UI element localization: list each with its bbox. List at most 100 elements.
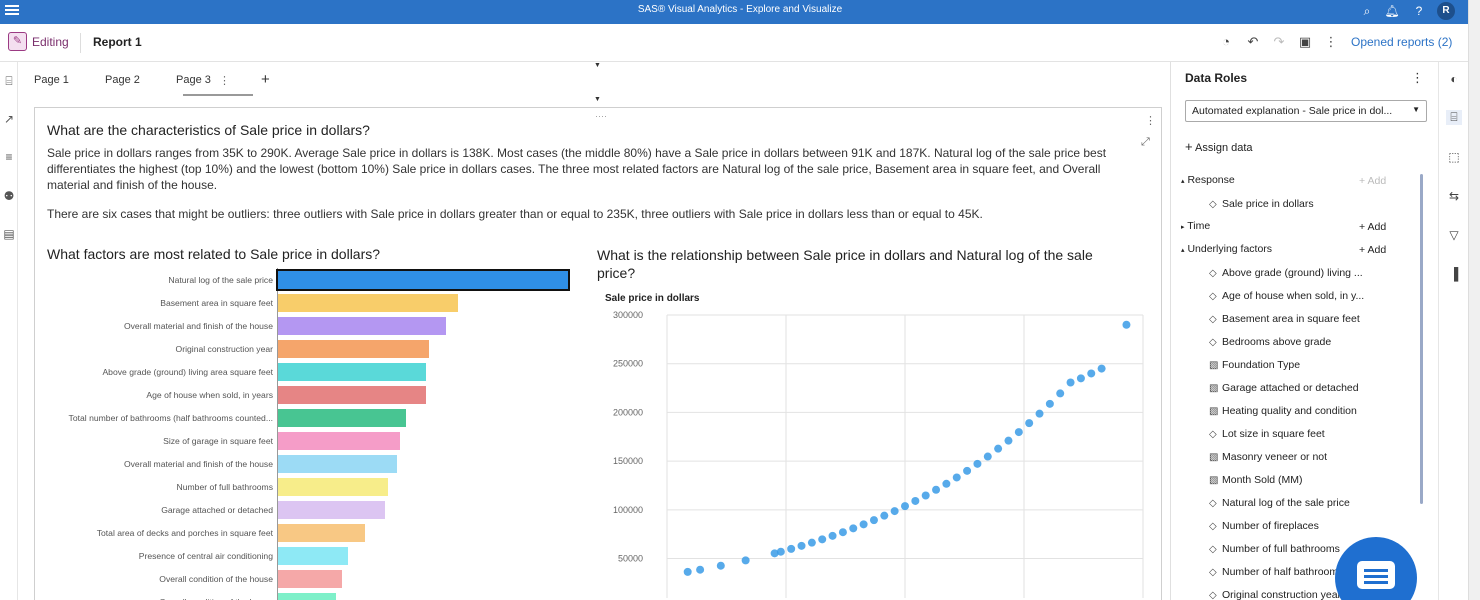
tab-page-3[interactable]: Page 3 [176, 74, 211, 86]
factor-item[interactable]: ▧ Foundation Type [1209, 359, 1300, 371]
scatter-point [1045, 399, 1054, 408]
tab-options-icon[interactable]: ⋮ [219, 74, 230, 87]
search-icon[interactable]: ⌕ [1359, 3, 1375, 19]
bar[interactable] [278, 317, 447, 335]
bar[interactable] [278, 409, 406, 427]
app-title: SAS® Visual Analytics - Explore and Visu… [637, 4, 843, 15]
bar[interactable] [278, 294, 458, 312]
bar-label: Size of garage in square feet [163, 436, 273, 446]
factor-item[interactable]: ▧ Heating quality and condition [1209, 405, 1357, 417]
assign-data-button[interactable]: + Assign data [1185, 139, 1253, 154]
options-palette-icon[interactable]: ◐ [1446, 72, 1462, 86]
measure-tag-icon: ◇ [1209, 268, 1217, 279]
user-avatar[interactable]: R [1437, 2, 1455, 20]
ranks-icon[interactable]: ▐ [1446, 267, 1462, 281]
panel-menu-icon[interactable]: ⋮ [1411, 70, 1424, 86]
collapse-top-arrow-icon[interactable]: ▼ [594, 62, 601, 69]
factor-item[interactable]: ◇ Basement area in square feet [1209, 313, 1360, 325]
factor-item-label: Number of full bathrooms [1222, 543, 1340, 555]
tab-page-1[interactable]: Page 1 [34, 74, 69, 86]
factors-bar-chart: Natural log of the sale price Basement ar… [35, 268, 575, 600]
opened-reports-link[interactable]: Opened reports (2) [1351, 35, 1452, 49]
factor-item[interactable]: ◇ Number of full bathrooms [1209, 543, 1340, 555]
data-source-icon[interactable]: ⌸ [2, 74, 16, 89]
factor-item[interactable]: ▧ Month Sold (MM) [1209, 474, 1303, 486]
y-tick-label: 50000 [618, 554, 643, 564]
factor-item[interactable]: ◇ Above grade (ground) living ... [1209, 267, 1363, 279]
drag-handle-icon[interactable]: ···· [595, 111, 607, 121]
maximize-icon[interactable]: ⤢ [1141, 136, 1150, 149]
factor-item[interactable]: ◇ Age of house when sold, in y... [1209, 290, 1364, 302]
rules-icon[interactable]: ⇆ [1446, 189, 1462, 203]
collapse-arrow-icon[interactable]: ▼ [594, 96, 601, 103]
add-time-button[interactable]: + Add [1359, 221, 1386, 233]
expand-triangle-icon: ▴ [1181, 247, 1185, 254]
y-tick-label: 300000 [613, 310, 643, 320]
factor-item[interactable]: ◇ Original construction year [1209, 589, 1341, 600]
summary-paragraph: Sale price in dollars ranges from 35K to… [47, 146, 1107, 192]
more-options-icon[interactable]: ⋮ [1323, 34, 1339, 50]
objects-globe-icon[interactable]: ◔ [1218, 34, 1234, 49]
help-icon[interactable]: ? [1411, 3, 1427, 19]
bar[interactable] [278, 547, 348, 565]
notifications-bell-icon[interactable]: 🔔︎ [1384, 3, 1400, 19]
objects-chart-icon[interactable]: ↗ [2, 112, 16, 126]
filter-icon[interactable]: ▽ [1446, 228, 1462, 242]
factor-item[interactable]: ▧ Masonry veneer or not [1209, 451, 1327, 463]
measure-tag-icon: ◇ [1209, 429, 1217, 440]
panel-scrollbar[interactable] [1420, 174, 1423, 504]
bar-label: Overall condition of the house [159, 574, 273, 584]
response-section-header[interactable]: ▴ Response [1181, 174, 1235, 186]
tab-page-2[interactable]: Page 2 [105, 74, 140, 86]
suggestions-bulb-icon[interactable]: ⚉ [2, 189, 16, 203]
undo-icon[interactable]: ↶ [1245, 34, 1261, 50]
bar-label: Total area of decks and porches in squar… [96, 528, 273, 538]
data-roles-panel: Data Roles ⋮ Automated explanation - Sal… [1170, 62, 1438, 600]
object-select-value: Automated explanation - Sale price in do… [1192, 105, 1393, 117]
editing-mode-label[interactable]: Editing [32, 35, 69, 49]
object-menu-icon[interactable]: ⋮ [1145, 114, 1156, 127]
y-tick-label: 150000 [613, 456, 643, 466]
factor-item-label: Garage attached or detached [1222, 382, 1359, 394]
bar[interactable] [276, 269, 570, 291]
add-response-button[interactable]: + Add [1359, 175, 1386, 187]
factor-item[interactable]: ◇ Natural log of the sale price [1209, 497, 1350, 509]
measure-tag-icon: ◇ [1209, 337, 1217, 348]
add-page-icon[interactable]: + [261, 71, 270, 88]
window-scrollbar[interactable] [1468, 0, 1480, 600]
bar[interactable] [278, 386, 426, 404]
response-item[interactable]: ◇ Sale price in dollars [1209, 198, 1314, 210]
time-section-header[interactable]: ▸ Time [1181, 220, 1210, 232]
chat-icon [1357, 561, 1395, 589]
pages-icon[interactable]: ▤ [2, 227, 16, 241]
factor-item[interactable]: ◇ Number of fireplaces [1209, 520, 1319, 532]
factor-item[interactable]: ◇ Number of half bathrooms [1209, 566, 1343, 578]
edit-pencil-icon[interactable]: ✎ [8, 32, 27, 51]
redo-icon[interactable]: ↷ [1271, 34, 1287, 50]
bar[interactable] [278, 570, 342, 588]
underlying-factors-header[interactable]: ▴ Underlying factors [1181, 243, 1272, 255]
scatter-point [741, 556, 750, 565]
bar[interactable] [278, 363, 426, 381]
bar[interactable] [278, 455, 397, 473]
bar-label: Number of full bathrooms [176, 482, 273, 492]
bar[interactable] [278, 501, 386, 519]
bar[interactable] [278, 478, 389, 496]
bar[interactable] [278, 432, 400, 450]
factor-item[interactable]: ◇ Bedrooms above grade [1209, 336, 1331, 348]
outline-list-icon[interactable]: ≡ [2, 150, 16, 164]
add-factor-button[interactable]: + Add [1359, 244, 1386, 256]
bar[interactable] [278, 593, 336, 600]
factor-item[interactable]: ◇ Lot size in square feet [1209, 428, 1325, 440]
factor-item[interactable]: ▧ Garage attached or detached [1209, 382, 1359, 394]
scatter-point [1025, 419, 1034, 428]
object-select-dropdown[interactable]: Automated explanation - Sale price in do… [1185, 100, 1427, 122]
save-icon[interactable]: ▣ [1297, 34, 1313, 50]
actions-icon[interactable]: ⬚ [1446, 150, 1462, 164]
bar[interactable] [278, 340, 429, 358]
data-roles-icon[interactable]: ⌸ [1446, 110, 1462, 125]
scatter-point [716, 561, 725, 570]
report-canvas: ···· ⋮ ⤢ What are the characteristics of… [34, 107, 1162, 600]
bar[interactable] [278, 524, 365, 542]
report-name[interactable]: Report 1 [93, 35, 142, 49]
